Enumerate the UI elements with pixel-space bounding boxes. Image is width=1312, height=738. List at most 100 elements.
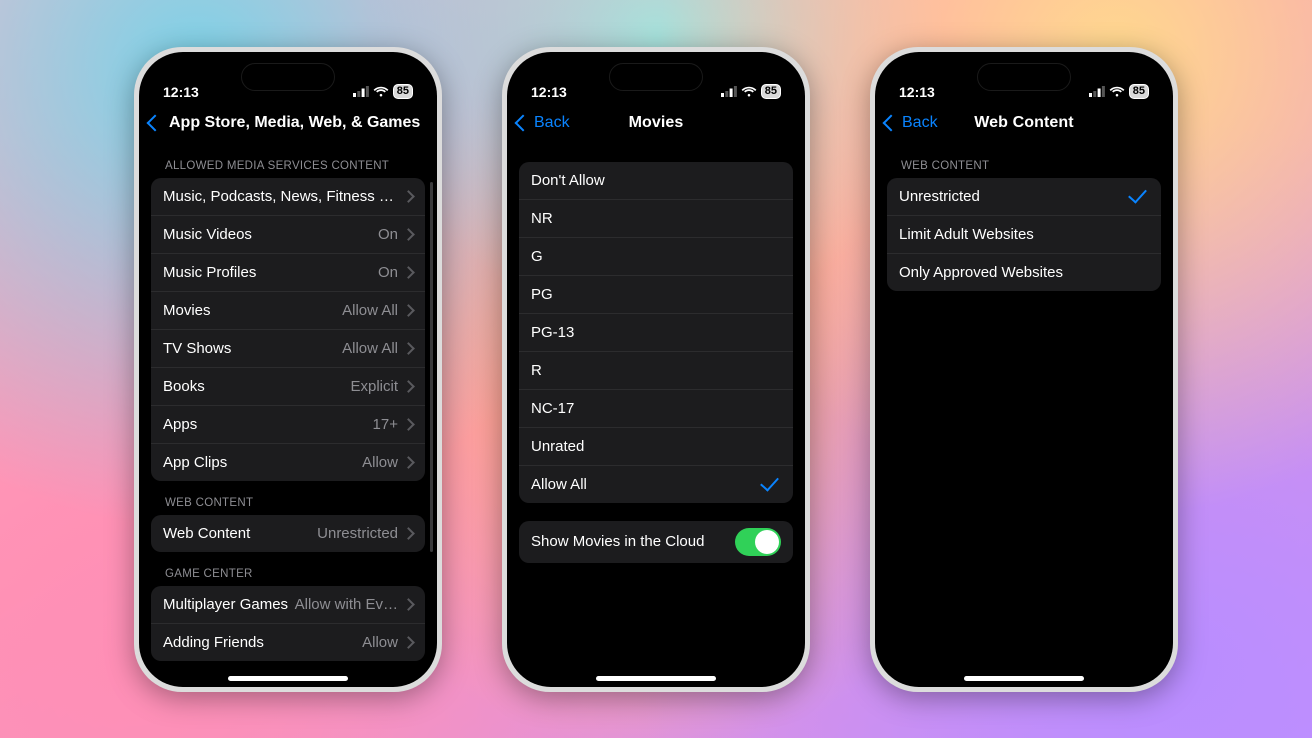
- group-web-content: Web Content Unrestricted: [151, 515, 425, 552]
- home-indicator[interactable]: [964, 676, 1084, 681]
- row-value: 17+: [373, 416, 398, 433]
- rating-option[interactable]: R: [519, 351, 793, 389]
- nav-bar: Back Movies: [507, 102, 805, 144]
- chevron-right-icon: [402, 418, 415, 431]
- row-show-movies-cloud[interactable]: Show Movies in the Cloud: [519, 521, 793, 563]
- row-web-content[interactable]: Web Content Unrestricted: [151, 515, 425, 552]
- option-label: PG: [531, 286, 781, 303]
- status-time: 12:13: [899, 84, 935, 100]
- settings-row[interactable]: App ClipsAllow: [151, 443, 425, 481]
- toggle-switch[interactable]: [735, 528, 781, 556]
- rating-option[interactable]: G: [519, 237, 793, 275]
- row-value: Allow with Ev…: [295, 596, 398, 613]
- battery-indicator: 85: [393, 84, 413, 99]
- row-label: Multiplayer Games: [163, 596, 295, 613]
- battery-indicator: 85: [1129, 84, 1149, 99]
- row-value: Unrestricted: [317, 525, 398, 542]
- nav-title: App Store, Media, Web, & Games: [169, 114, 420, 132]
- phone-movies: 12:13 85 Back Movies Don't Allow NR G PG PG-…: [502, 47, 810, 692]
- row-value: On: [378, 264, 398, 281]
- checkmark-icon: [760, 472, 779, 491]
- row-value: Explicit: [350, 378, 398, 395]
- wifi-icon: [373, 84, 389, 100]
- option-label: PG-13: [531, 324, 781, 341]
- chevron-right-icon: [402, 380, 415, 393]
- battery-indicator: 85: [761, 84, 781, 99]
- group-movie-ratings: Don't Allow NR G PG PG-13 R NC-17 Unrated Allow …: [519, 162, 793, 503]
- scrollbar[interactable]: [430, 182, 433, 552]
- back-label: Back: [534, 114, 570, 132]
- settings-row[interactable]: Adding FriendsAllow: [151, 623, 425, 661]
- nav-bar: Back Web Content: [875, 102, 1173, 144]
- chevron-right-icon: [402, 456, 415, 469]
- chevron-right-icon: [402, 636, 415, 649]
- status-time: 12:13: [531, 84, 567, 100]
- option-label: Only Approved Websites: [899, 264, 1149, 281]
- settings-row[interactable]: MoviesAllow All: [151, 291, 425, 329]
- row-label: TV Shows: [163, 340, 342, 357]
- back-button[interactable]: Back: [885, 114, 938, 132]
- settings-row[interactable]: Music ProfilesOn: [151, 253, 425, 291]
- row-label: Music, Podcasts, News, Fitness …: [163, 188, 404, 205]
- chevron-right-icon: [402, 228, 415, 241]
- rating-option[interactable]: NR: [519, 199, 793, 237]
- back-button[interactable]: Back: [517, 114, 570, 132]
- back-button[interactable]: [149, 117, 163, 129]
- phone-web-content: 12:13 85 Back Web Content WEB CONTENT Un…: [870, 47, 1178, 692]
- wifi-icon: [741, 84, 757, 100]
- rating-option[interactable]: Unrated: [519, 427, 793, 465]
- option-label: Limit Adult Websites: [899, 226, 1149, 243]
- rating-option[interactable]: Don't Allow: [519, 162, 793, 199]
- web-option[interactable]: Unrestricted: [887, 178, 1161, 215]
- dynamic-island: [241, 63, 335, 91]
- group-web-options: Unrestricted Limit Adult Websites Only App…: [887, 178, 1161, 291]
- nav-bar: App Store, Media, Web, & Games: [139, 102, 437, 144]
- chevron-left-icon: [883, 114, 900, 131]
- row-value: Allow All: [342, 302, 398, 319]
- phone-content-restrictions: 12:13 85 App Store, Media, Web, & Games: [134, 47, 442, 692]
- settings-row[interactable]: Multiplayer GamesAllow with Ev…: [151, 586, 425, 623]
- chevron-right-icon: [402, 266, 415, 279]
- chevron-right-icon: [402, 304, 415, 317]
- row-label: Books: [163, 378, 350, 395]
- row-value: Allow: [362, 454, 398, 471]
- option-label: Unrated: [531, 438, 781, 455]
- chevron-left-icon: [515, 114, 532, 131]
- option-label: R: [531, 362, 781, 379]
- wifi-icon: [1109, 84, 1125, 100]
- row-value: Allow All: [342, 340, 398, 357]
- settings-row[interactable]: BooksExplicit: [151, 367, 425, 405]
- web-option[interactable]: Limit Adult Websites: [887, 215, 1161, 253]
- rating-option[interactable]: NC-17: [519, 389, 793, 427]
- section-header-web: WEB CONTENT: [887, 144, 1161, 178]
- checkmark-icon: [1128, 184, 1147, 203]
- chevron-right-icon: [402, 190, 415, 203]
- option-label: NC-17: [531, 400, 781, 417]
- row-label: Web Content: [163, 525, 317, 542]
- rating-option[interactable]: PG: [519, 275, 793, 313]
- chevron-right-icon: [402, 527, 415, 540]
- row-value: Allow: [362, 634, 398, 651]
- settings-row[interactable]: Music VideosOn: [151, 215, 425, 253]
- back-label: Back: [902, 114, 938, 132]
- settings-row[interactable]: TV ShowsAllow All: [151, 329, 425, 367]
- chevron-left-icon: [147, 114, 164, 131]
- rating-option[interactable]: Allow All: [519, 465, 793, 503]
- group-game-center: Multiplayer GamesAllow with Ev…Adding Fr…: [151, 586, 425, 661]
- settings-row[interactable]: Music, Podcasts, News, Fitness …: [151, 178, 425, 215]
- group-cloud-toggle: Show Movies in the Cloud: [519, 521, 793, 563]
- option-label: G: [531, 248, 781, 265]
- web-option[interactable]: Only Approved Websites: [887, 253, 1161, 291]
- settings-row[interactable]: Apps17+: [151, 405, 425, 443]
- row-label: Music Profiles: [163, 264, 378, 281]
- section-header-media: ALLOWED MEDIA SERVICES CONTENT: [151, 144, 425, 178]
- option-label: Don't Allow: [531, 172, 781, 189]
- row-label: Show Movies in the Cloud: [531, 533, 735, 550]
- row-label: Music Videos: [163, 226, 378, 243]
- home-indicator[interactable]: [228, 676, 348, 681]
- chevron-right-icon: [402, 342, 415, 355]
- dynamic-island: [609, 63, 703, 91]
- row-value: On: [378, 226, 398, 243]
- rating-option[interactable]: PG-13: [519, 313, 793, 351]
- home-indicator[interactable]: [596, 676, 716, 681]
